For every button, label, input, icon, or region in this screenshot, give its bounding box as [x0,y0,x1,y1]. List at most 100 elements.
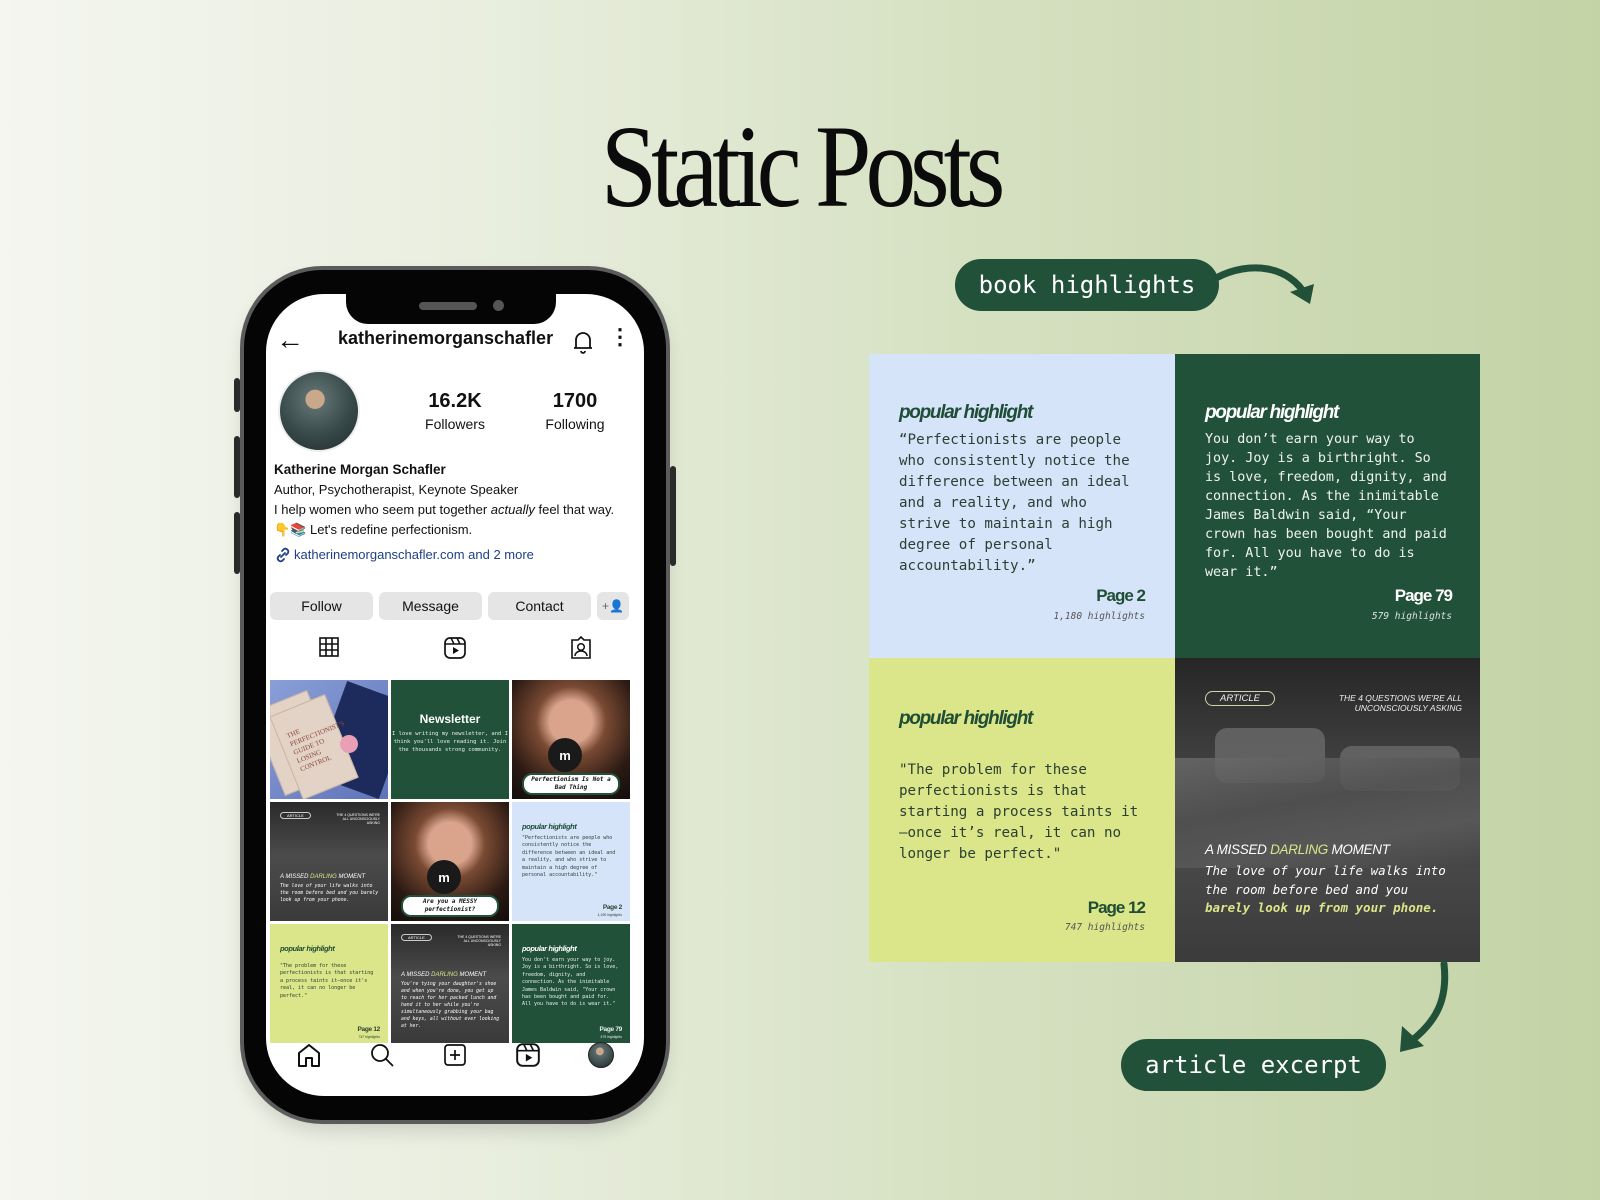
follow-button[interactable]: Follow [270,592,373,620]
following-stat[interactable]: 1700 Following [530,390,620,432]
heading-post: MOMENT [457,972,487,978]
highlight-label: popular highlight [280,944,335,953]
link-icon [276,547,290,563]
followers-label: Followers [425,416,485,432]
phone-power-button [670,466,676,566]
message-button[interactable]: Message [379,592,482,620]
grid-post-podcast-1[interactable]: m Perfectionism Is Not a Bad Thing [512,680,630,799]
bio-line-3-text: Let's redefine perfectionism. [306,522,473,537]
search-icon[interactable] [369,1042,395,1068]
tab-tagged[interactable] [521,636,641,660]
article-text-bold: barely look up from your phone. [1205,900,1439,915]
article-pill: ARTICLE [401,934,432,941]
static-posts-grid: popular highlight “Perfectionists are pe… [869,354,1480,962]
heading-pre: A MISSED [1205,842,1271,857]
phone-notch [346,294,556,324]
post-highlight-page-12: popular highlight "The problem for these… [869,658,1175,962]
highlight-quote: "Perfectionists are people who consisten… [522,835,616,879]
highlight-count: 579 highlights [1371,611,1452,622]
highlight-quote: You don't earn your way to joy. Joy is a… [522,957,619,1008]
bio-line-2-text: I help women who seem put together [274,502,491,517]
more-vertical-icon[interactable]: ⋮ [609,326,631,348]
microphone-icon: m [548,738,582,772]
article-text-plain: The love of your life walks into the roo… [1205,863,1446,897]
heading-highlight: DARLING [310,874,337,880]
highlight-label: popular highlight [899,708,1033,729]
article-heading: A MISSED DARLING MOMENT [280,874,365,880]
bio-link[interactable]: katherinemorganschafler.com and 2 more [274,545,624,565]
heading-post: MOMENT [336,874,366,880]
bio-link-text[interactable]: katherinemorganschafler.com and 2 more [294,545,534,565]
profile-username: katherinemorganschafler [338,328,554,348]
bell-icon[interactable] [572,330,594,359]
phone-screen: ← katherinemorganschafler ⋮ 16.2K Follow… [266,294,644,1096]
article-questions: THE 4 QUESTIONS WE'RE ALL UNCONSCIOUSLY … [457,935,501,947]
reels-nav-icon[interactable] [515,1042,541,1068]
grid-post-highlight-blue[interactable]: popular highlight "Perfectionists are pe… [512,802,630,921]
heading-highlight: DARLING [1270,842,1328,857]
highlight-page: Page 2 [1096,586,1146,605]
followers-count: 16.2K [428,390,482,412]
grid-post-highlight-dark[interactable]: popular highlight You don't earn your wa… [512,924,630,1043]
highlight-page: Page 12 [357,1026,381,1033]
highlight-label: popular highlight [899,402,1033,423]
grid-icon [319,637,339,657]
tab-grid[interactable] [269,636,389,660]
bottom-navigation [266,1042,644,1068]
heading-pre: A MISSED [280,874,311,880]
bio-line-2-end: feel that way. [534,502,615,517]
grid-post-article-1[interactable]: ARTICLE THE 4 QUESTIONS WE'RE ALL UNCONS… [270,802,388,921]
profile-avatar[interactable] [278,370,360,452]
post-article-excerpt: ARTICLE THE 4 QUESTIONS WE'RE ALL UNCONS… [1175,658,1480,962]
grid-post-newsletter[interactable]: Newsletter I love writing my newsletter,… [391,680,509,799]
highlight-page: Page 2 [602,904,622,911]
article-questions: THE 4 QUESTIONS WE'RE ALL UNCONSCIOUSLY … [1338,693,1462,713]
curved-arrow-down-icon [1400,960,1449,1052]
highlight-page: Page 12 [1087,898,1146,917]
bio-line-1: Author, Psychotherapist, Keynote Speaker [274,482,519,497]
highlight-count: 747 highlights [358,1035,380,1039]
following-count: 1700 [552,390,598,412]
pointing-books-emoji-icon: 👇📚 [274,522,307,537]
curved-arrow-icon [1212,264,1314,304]
grid-post-article-2[interactable]: ARTICLE THE 4 QUESTIONS WE'RE ALL UNCONS… [391,924,509,1043]
profile-tabs [266,636,644,660]
followers-stat[interactable]: 16.2K Followers [410,390,500,432]
speaker [419,302,477,310]
add-user-button[interactable]: +👤 [597,592,629,620]
highlight-label: popular highlight [1205,402,1339,423]
profile-header: ← katherinemorganschafler ⋮ [266,324,644,360]
article-text: The love of your life walks into the roo… [1205,862,1460,918]
heading-post: MOMENT [1328,842,1390,857]
bio-line-2-emphasis: actually [490,502,535,517]
heading-highlight: DARLING [431,972,458,978]
podcast-caption: Are you a MESSY perfectionist? [401,895,499,917]
phone-volume-up [234,436,240,498]
profile-nav-avatar[interactable] [588,1042,615,1068]
arrow-left-icon[interactable]: ← [276,326,304,354]
highlight-quote: “Perfectionists are people who consisten… [899,432,1130,574]
post-highlight-page-79: popular highlight You don’t earn your wa… [1175,354,1480,658]
grid-post-highlight-lime[interactable]: popular highlight "The problem for these… [270,924,388,1043]
tab-reels[interactable] [395,636,515,660]
highlight-count: 1,180 highlights [597,913,622,917]
profile-bio: Katherine Morgan Schafler Author, Psycho… [274,460,624,565]
newsletter-text: I love writing my newsletter, and I thin… [392,731,508,753]
highlight-count: 747 highlights [1064,922,1145,933]
grid-post-podcast-2[interactable]: m Are you a MESSY perfectionist? [391,802,509,921]
article-pill: ARTICLE [280,812,311,819]
grid-post-book[interactable]: THE PERFECTIONIST'S GUIDE TO LOSING CONT… [270,680,388,799]
create-icon[interactable] [443,1043,467,1067]
article-text: The love of your life walks into the roo… [280,884,379,903]
phone-volume-down [234,512,240,574]
article-pill: ARTICLE [1205,691,1275,706]
highlight-label: popular highlight [522,822,577,831]
microphone-icon: m [427,860,461,894]
bio-line-2: I help women who seem put together actua… [274,500,624,520]
highlight-page: Page 79 [1394,586,1453,605]
contact-button[interactable]: Contact [488,592,591,620]
home-icon[interactable] [296,1042,322,1068]
camera [493,300,504,311]
article-heading: A MISSED DARLING MOMENT [401,972,486,978]
highlight-quote: "The problem for these perfectionists is… [899,762,1139,862]
